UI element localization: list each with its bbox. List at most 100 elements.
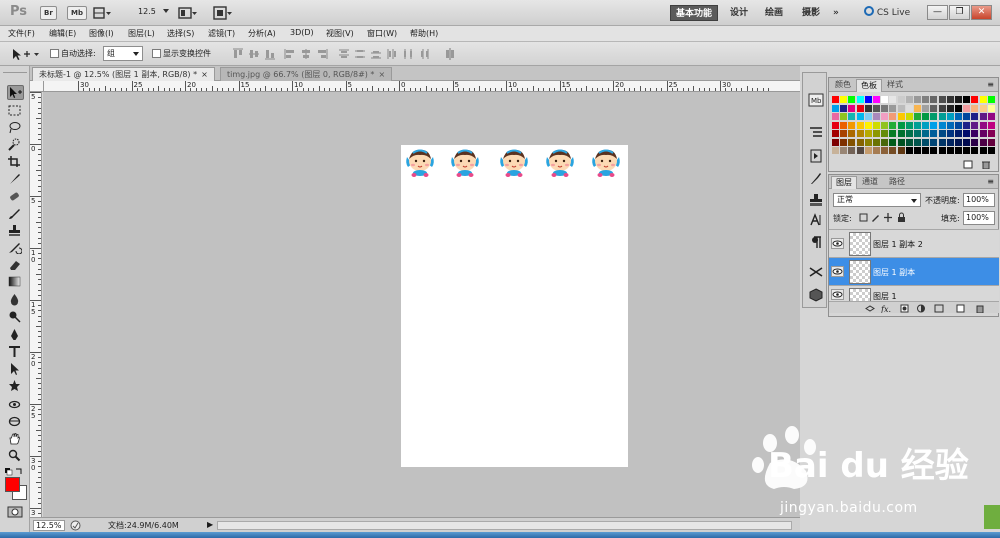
color-swatch[interactable] [979, 138, 987, 146]
quick-mask-icon[interactable] [7, 506, 23, 518]
color-swatch[interactable] [889, 147, 897, 154]
tab-timg-jpg[interactable]: timg.jpg @ 66.7% (图层 0, RGB/8#) * × [220, 67, 393, 81]
color-swatch[interactable] [979, 121, 987, 129]
screen-mode-icon[interactable] [213, 6, 233, 20]
color-swatch[interactable] [873, 96, 880, 103]
menu-window[interactable]: 窗口(W) [367, 28, 397, 39]
eyedropper-tool[interactable] [7, 172, 24, 187]
menu-help[interactable]: 帮助(H) [410, 28, 438, 39]
color-swatch[interactable] [864, 104, 872, 112]
eye-icon[interactable] [831, 238, 844, 249]
opacity-input[interactable]: 100% [963, 193, 995, 207]
color-swatch[interactable] [922, 121, 930, 129]
color-swatch[interactable] [881, 121, 889, 129]
menu-image[interactable]: 图像(I) [89, 28, 114, 39]
distribute-top-icon[interactable] [338, 48, 350, 60]
move-tool-preset-icon[interactable] [10, 47, 40, 61]
toolbox-grip[interactable] [3, 67, 27, 73]
color-swatch[interactable] [840, 96, 848, 103]
color-swatch[interactable] [856, 113, 864, 120]
color-swatch[interactable] [864, 113, 872, 120]
color-swatch[interactable] [963, 147, 971, 154]
menu-select[interactable]: 选择(S) [167, 28, 194, 39]
color-swatch[interactable] [946, 130, 954, 137]
zoom-tool[interactable] [7, 449, 24, 464]
color-swatch[interactable] [856, 138, 864, 146]
color-swatch[interactable] [864, 147, 872, 154]
color-swatch[interactable] [914, 138, 921, 146]
auto-align-layers-icon[interactable] [444, 48, 456, 60]
color-swatch[interactable] [864, 96, 872, 103]
color-swatch[interactable] [856, 96, 864, 103]
color-swatch[interactable] [930, 96, 938, 103]
color-swatch[interactable] [856, 104, 864, 112]
color-swatch[interactable] [922, 147, 930, 154]
workspace-photography[interactable]: 摄影 [797, 5, 825, 21]
distribute-center-icon[interactable] [354, 48, 366, 60]
layer-actions-icons[interactable]: fx. [865, 304, 995, 313]
auto-select-dropdown[interactable]: 组 [103, 46, 143, 61]
color-swatch[interactable] [955, 138, 962, 146]
menu-analysis[interactable]: 分析(A) [248, 28, 276, 39]
dodge-tool[interactable] [7, 310, 24, 325]
eye-icon[interactable] [831, 266, 844, 277]
align-right-icon[interactable] [316, 48, 328, 60]
color-swatch[interactable] [840, 113, 848, 120]
color-swatch[interactable] [914, 104, 921, 112]
color-swatch[interactable] [889, 138, 897, 146]
color-swatch[interactable] [963, 138, 971, 146]
cs-live-button[interactable]: CS Live [864, 6, 910, 18]
color-swatch[interactable] [971, 113, 979, 120]
color-swatch[interactable] [848, 147, 856, 154]
layer-row[interactable]: 图层 1 [829, 285, 999, 301]
color-swatch[interactable] [848, 113, 856, 120]
type-tool[interactable] [7, 345, 24, 360]
color-swatch[interactable] [946, 104, 954, 112]
swap-colors-icon[interactable] [5, 467, 23, 476]
crop-tool[interactable] [7, 155, 24, 170]
lasso-tool[interactable] [7, 121, 24, 136]
color-swatch[interactable] [922, 138, 930, 146]
color-swatch[interactable] [955, 113, 962, 120]
color-swatch[interactable] [897, 121, 905, 129]
menu-file[interactable]: 文件(F) [8, 28, 35, 39]
color-swatch[interactable] [905, 147, 913, 154]
align-horizontal-center-icon[interactable] [300, 48, 312, 60]
3d-orbit-tool[interactable] [7, 415, 24, 430]
color-swatch[interactable] [840, 130, 848, 137]
color-swatch[interactable] [914, 130, 921, 137]
color-swatch[interactable] [914, 113, 921, 120]
color-swatch[interactable] [922, 96, 930, 103]
tab-paths[interactable]: 路径 [885, 176, 909, 189]
brush-presets-icon[interactable] [808, 171, 824, 185]
color-swatch[interactable] [955, 130, 962, 137]
fill-input[interactable]: 100% [963, 211, 995, 225]
show-transform-checkbox[interactable] [152, 49, 161, 58]
color-swatch[interactable] [946, 113, 954, 120]
menu-edit[interactable]: 编辑(E) [49, 28, 76, 39]
auto-select-checkbox[interactable] [50, 49, 59, 58]
color-swatch[interactable] [987, 96, 995, 103]
color-swatch[interactable] [897, 147, 905, 154]
color-swatch[interactable] [922, 104, 930, 112]
tab-styles[interactable]: 样式 [883, 79, 907, 92]
custom-shape-tool[interactable] [7, 379, 24, 394]
color-swatch[interactable] [971, 147, 979, 154]
zoom-level[interactable]: 12.5 [138, 7, 156, 16]
tab-untitled-1[interactable]: 未标题-1 @ 12.5% (图层 1 副本, RGB/8) * × [32, 67, 215, 81]
ruler-origin[interactable] [30, 81, 44, 92]
chevron-down-icon[interactable] [163, 9, 169, 13]
close-icon[interactable]: × [201, 70, 208, 79]
color-swatch[interactable] [938, 121, 946, 129]
distribute-left-icon[interactable] [386, 48, 398, 60]
color-swatch[interactable] [897, 138, 905, 146]
layer-row[interactable]: 图层 1 副本 2 [829, 229, 999, 257]
color-swatch[interactable] [922, 130, 930, 137]
align-top-icon[interactable] [232, 48, 244, 60]
layer-row[interactable]: 图层 1 副本 [829, 257, 999, 285]
color-swatch[interactable] [938, 113, 946, 120]
color-swatch[interactable] [946, 147, 954, 154]
document-canvas[interactable] [401, 145, 628, 467]
color-swatch[interactable] [840, 147, 848, 154]
lock-options-icons[interactable] [859, 212, 909, 223]
